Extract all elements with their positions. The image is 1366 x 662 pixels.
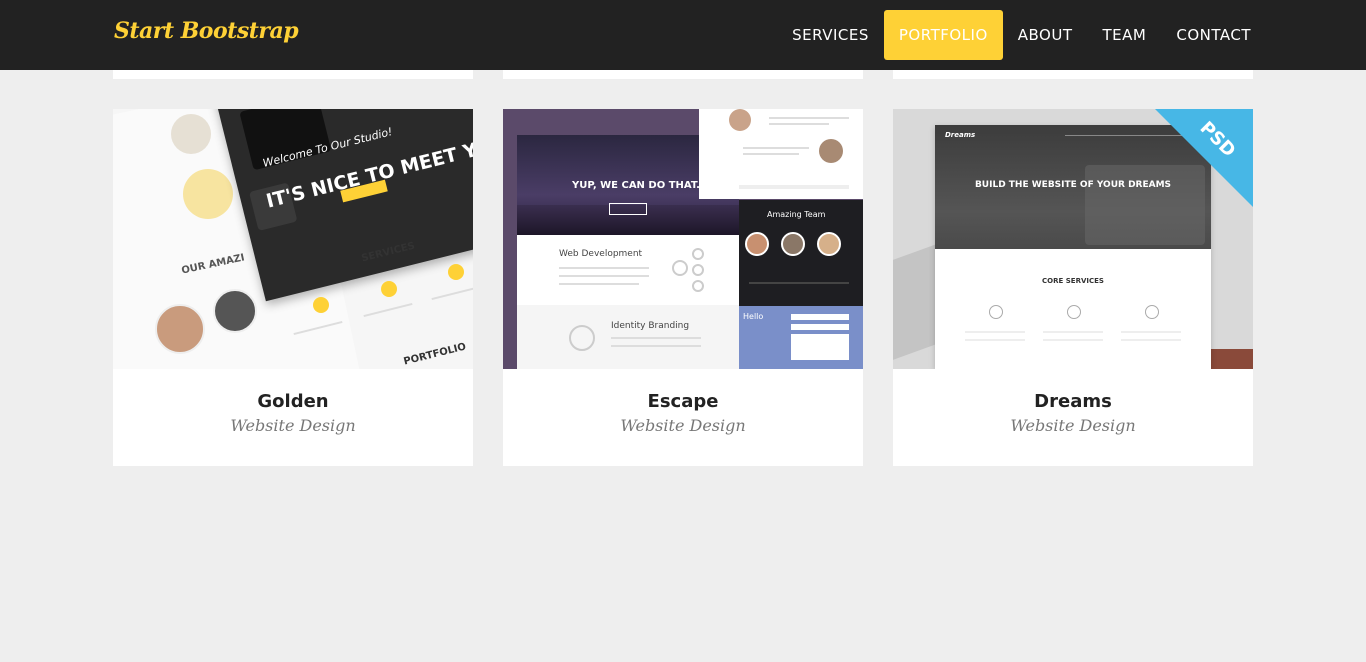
- avatar: [213, 289, 257, 333]
- avatar: [745, 232, 769, 256]
- nav-item-about[interactable]: ABOUT: [1003, 10, 1088, 60]
- navbar: Start Bootstrap SERVICES PORTFOLIO ABOUT…: [0, 0, 1366, 70]
- portfolio-item-title: Dreams: [1034, 391, 1112, 412]
- service-icon: [989, 305, 1003, 319]
- avatar: [781, 232, 805, 256]
- portfolio-item-title: Escape: [647, 391, 719, 412]
- nav-menu: SERVICES PORTFOLIO ABOUT TEAM CONTACT: [777, 10, 1266, 60]
- portfolio-thumbnail[interactable]: YUP, WE CAN DO THAT. Web Development Ide…: [503, 109, 863, 369]
- portfolio-item-escape[interactable]: YUP, WE CAN DO THAT. Web Development Ide…: [503, 109, 863, 466]
- service-icon: [448, 264, 464, 280]
- portfolio-item-category: Website Design: [620, 416, 746, 435]
- avatar: [817, 232, 841, 256]
- portfolio-item-category: Website Design: [230, 416, 356, 435]
- portfolio-item-category: Website Design: [1010, 416, 1136, 435]
- service-icon: [313, 297, 329, 313]
- portfolio-thumbnail[interactable]: Dreams BUILD THE WEBSITE OF YOUR DREAMS …: [893, 109, 1253, 369]
- portfolio-item-golden[interactable]: OUR AMAZI Welcome To Our Studio! IT'S NI…: [113, 109, 473, 466]
- avatar: [729, 109, 751, 131]
- nav-item-services[interactable]: SERVICES: [777, 10, 884, 60]
- nav-item-team[interactable]: TEAM: [1088, 10, 1162, 60]
- thumb-text: PORTFOLIO: [402, 341, 468, 368]
- nav-item-portfolio[interactable]: PORTFOLIO: [883, 10, 1003, 60]
- brand-logo[interactable]: Start Bootstrap: [114, 18, 299, 44]
- thumb-text: Hello: [743, 312, 764, 321]
- portfolio-item-dreams[interactable]: Dreams BUILD THE WEBSITE OF YOUR DREAMS …: [893, 109, 1253, 466]
- thumb-text: Identity Branding: [611, 321, 690, 331]
- thumb-text: Web Development: [559, 249, 643, 259]
- avatar: [155, 304, 205, 354]
- portfolio-item-title: Golden: [257, 391, 329, 412]
- service-icon: [1067, 305, 1081, 319]
- nav-item-contact[interactable]: CONTACT: [1161, 10, 1266, 60]
- thumb-text: CORE SERVICES: [1042, 277, 1104, 285]
- thumb-text: Amazing Team: [767, 210, 826, 219]
- service-icon: [381, 281, 397, 297]
- avatar: [819, 139, 843, 163]
- thumb-text: YUP, WE CAN DO THAT.: [572, 180, 700, 191]
- service-icon: [1145, 305, 1159, 319]
- portfolio-thumbnail[interactable]: OUR AMAZI Welcome To Our Studio! IT'S NI…: [113, 109, 473, 369]
